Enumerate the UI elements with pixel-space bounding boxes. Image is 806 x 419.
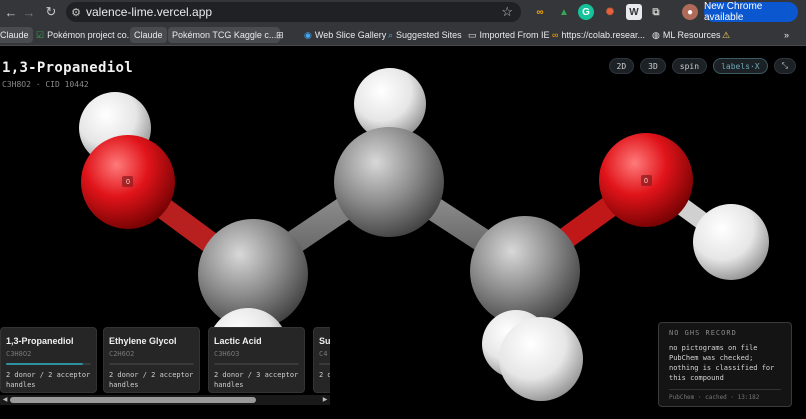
extension-drive-icon[interactable]: ▲ [556, 4, 572, 20]
hydrogen-atom-right[interactable] [693, 204, 769, 280]
bookmark-pokemon-project[interactable]: ☑ Pokémon project co... [32, 27, 138, 43]
scroll-right-icon[interactable]: ▶ [321, 396, 329, 404]
atom-label-oxygen-left: O [126, 178, 130, 186]
address-bar[interactable]: ⚙ valence-lime.vercel.app ☆ [66, 2, 521, 22]
warning-icon[interactable]: ⚠ [718, 27, 734, 43]
card-formula: C3H6O3 [214, 350, 240, 358]
molecule-meta: C3H8O2 · CID 10442 [2, 80, 89, 89]
molecule-card-strip: 1,3-Propanediol C3H8O2 2 donor / 2 accep… [0, 327, 330, 393]
extension-infinity-icon[interactable]: ∞ [532, 4, 548, 20]
bookmarks-bar: Claude ☑ Pokémon project co... Claude Pok… [0, 24, 806, 46]
card-description: 2 donor / 2 acceptor handles [109, 371, 194, 389]
site-info-icon[interactable]: ⚙ [66, 6, 86, 19]
bookmark-colab[interactable]: ∞ https://colab.resear... [548, 27, 649, 43]
card-name: Ethylene Glycol [109, 336, 177, 346]
labels-toggle-button[interactable]: labels·X [713, 58, 768, 74]
extension-w-icon[interactable]: W [626, 4, 642, 20]
bookmark-imported-ie[interactable]: ▭ Imported From IE [464, 27, 554, 43]
card-name: Su [319, 336, 330, 346]
molecule-card[interactable]: 1,3-Propanediol C3H8O2 2 donor / 2 accep… [0, 327, 97, 393]
forward-icon[interactable]: → [18, 1, 40, 23]
card-progress-bar [6, 363, 91, 365]
card-progress-fill [6, 363, 83, 365]
scrollbar-thumb[interactable] [10, 397, 256, 403]
card-progress-bar [319, 363, 330, 365]
card-description: 2 d ha [319, 371, 330, 379]
bookmark-web-slice[interactable]: ◉ Web Slice Gallery [300, 27, 390, 43]
extension-spark-icon[interactable]: ✺ [602, 4, 618, 20]
apps-grid-icon[interactable]: ⊞ [272, 27, 288, 43]
expand-icon[interactable]: ⤡ [773, 58, 796, 74]
view-3d-button[interactable]: 3D [640, 58, 666, 74]
scroll-left-icon[interactable]: ◀ [1, 396, 9, 404]
card-formula: C2H6O2 [109, 350, 135, 358]
view-2d-button[interactable]: 2D [608, 58, 635, 74]
folder-icon: ▭ [468, 29, 477, 40]
bookmark-star-icon[interactable]: ☆ [501, 4, 513, 20]
hydrogen-atom-lower-right[interactable] [499, 317, 583, 401]
carbon-atom-center[interactable] [334, 127, 444, 237]
ghs-divider [669, 389, 781, 390]
new-chrome-button[interactable]: New Chrome available [704, 1, 798, 23]
card-name: Lactic Acid [214, 336, 262, 346]
colab-icon: ∞ [552, 30, 559, 40]
ghs-body: no pictograms on file PubChem was checke… [669, 344, 775, 382]
bookmark-claude-2[interactable]: Claude [130, 27, 167, 43]
card-strip-scrollbar[interactable]: ◀ ▶ [0, 395, 330, 405]
reload-icon[interactable]: ↻ [40, 1, 62, 23]
card-formula: C4 [319, 350, 328, 358]
bookmark-ml-resources[interactable]: ◍ ML Resources [648, 27, 725, 43]
more-bookmarks-button[interactable]: » [780, 27, 793, 43]
profile-avatar[interactable]: ● [682, 4, 698, 20]
browser-toolbar: ← → ↻ ⚙ valence-lime.vercel.app ☆ ∞ ▲ G … [0, 0, 806, 24]
view-controls: 2D 3D spin labels·X ⤡ [608, 58, 796, 74]
card-name: 1,3-Propanediol [6, 336, 74, 346]
ghs-footer: PubChem · cached · 13:182 [669, 394, 760, 401]
atom-label-oxygen-right: O [644, 177, 648, 185]
card-formula: C3H8O2 [6, 350, 32, 358]
molecule-card[interactable]: Lactic Acid C3H6O3 2 donor / 3 acceptor … [208, 327, 305, 393]
bookmark-claude[interactable]: Claude [0, 27, 33, 43]
card-progress-bar [109, 363, 194, 365]
bing-icon: ⌕ [388, 29, 394, 40]
edge-icon: ◉ [304, 29, 312, 40]
extensions-puzzle-icon[interactable]: ⧉ [648, 4, 664, 20]
ghs-heading: NO GHS RECORD [669, 329, 737, 337]
checkbox-icon: ☑ [36, 29, 45, 40]
carbon-atom-right[interactable] [470, 216, 580, 326]
globe-icon: ◍ [652, 29, 660, 40]
ghs-panel: NO GHS RECORD no pictograms on file PubC… [658, 322, 792, 407]
app-main: O O 1,3-Propanediol C3H8O2 · CID 10442 2… [0, 46, 806, 419]
molecule-title: 1,3-Propanediol [2, 60, 133, 76]
card-description: 2 donor / 3 acceptor handles [214, 371, 299, 389]
card-description: 2 donor / 2 acceptor handles [6, 371, 91, 389]
molecule-card[interactable]: Ethylene Glycol C2H6O2 2 donor / 2 accep… [103, 327, 200, 393]
url-text: valence-lime.vercel.app [86, 5, 213, 19]
bookmark-pokemon-tcg[interactable]: Pokémon TCG Kaggle c... [168, 27, 281, 43]
extension-grammarly-icon[interactable]: G [578, 4, 594, 20]
spin-button[interactable]: spin [671, 58, 708, 74]
card-progress-bar [214, 363, 299, 365]
bookmark-suggested-sites[interactable]: ⌕ Suggested Sites [384, 27, 466, 43]
molecule-card[interactable]: Su C4 2 d ha [313, 327, 330, 393]
